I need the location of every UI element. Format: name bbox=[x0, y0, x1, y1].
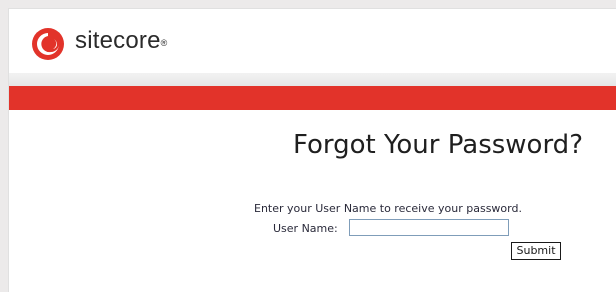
username-label: User Name: bbox=[273, 222, 338, 235]
sitecore-logo-icon bbox=[32, 28, 64, 60]
accent-bar bbox=[9, 86, 616, 110]
username-input[interactable] bbox=[349, 219, 509, 236]
header: sitecore® bbox=[9, 9, 616, 73]
page-title: Forgot Your Password? bbox=[292, 130, 583, 160]
submit-button[interactable]: Submit bbox=[511, 242, 561, 260]
brand-name: sitecore® bbox=[75, 25, 167, 57]
page-frame: sitecore® Forgot Your Password? Enter yo… bbox=[8, 8, 616, 292]
trademark-symbol: ® bbox=[160, 38, 168, 48]
instructions-text: Enter your User Name to receive your pas… bbox=[254, 202, 522, 215]
header-divider bbox=[9, 73, 616, 86]
brand-wordmark: sitecore bbox=[75, 27, 161, 54]
